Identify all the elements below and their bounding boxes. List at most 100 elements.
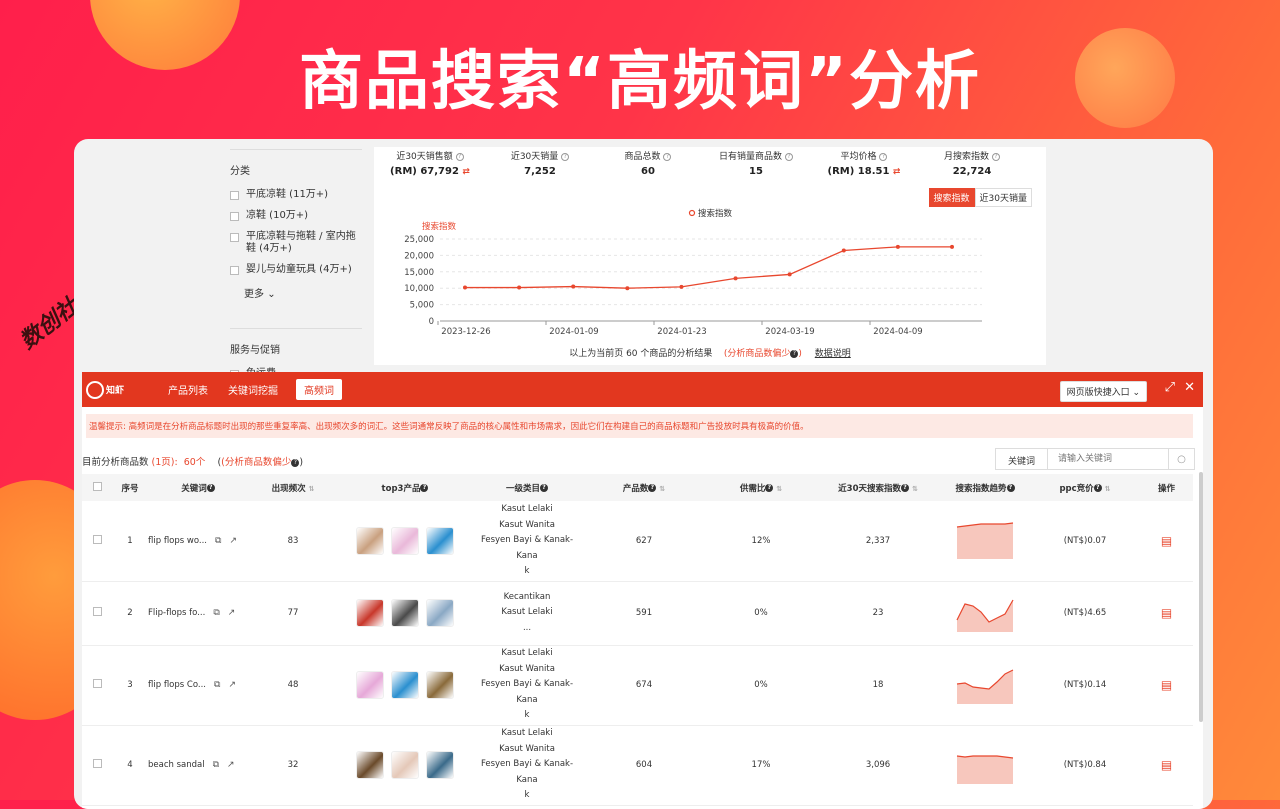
product-thumbnail[interactable] (391, 527, 419, 555)
help-icon: ? (561, 153, 569, 161)
external-link-icon[interactable]: ↗ (227, 760, 235, 770)
keyword-text[interactable]: Flip-flops fo... (148, 608, 205, 618)
row-checkbox[interactable] (93, 679, 102, 688)
search-index-chart: 搜索指数搜索指数25,00020,00015,00010,0005,000020… (374, 203, 1046, 343)
product-thumbnail[interactable] (391, 751, 419, 779)
checkbox[interactable] (230, 212, 239, 221)
checkbox[interactable] (230, 233, 239, 242)
close-icon[interactable]: ✕ (1184, 381, 1195, 394)
detail-icon[interactable]: ▤ (1161, 606, 1172, 620)
product-thumbnail[interactable] (391, 671, 419, 699)
copy-icon[interactable]: ⧉ (213, 608, 219, 618)
category-line: Kasut Lelaki (472, 726, 582, 742)
data-help-link[interactable]: 数据说明 (815, 349, 851, 359)
ppc-cell: (NT$)0.14 (1030, 645, 1140, 725)
product-thumbnail[interactable] (391, 599, 419, 627)
trend-sparkline (955, 592, 1015, 632)
help-icon: ? (291, 459, 299, 467)
search-icon[interactable]: ○ (1168, 449, 1194, 469)
few-products-link[interactable]: (分析商品数偏少?) (715, 349, 802, 359)
product-thumbnail[interactable] (426, 527, 454, 555)
scrollbar[interactable] (1199, 472, 1203, 722)
product-thumbnail[interactable] (426, 599, 454, 627)
sparkline-area (957, 523, 1013, 559)
more-link[interactable]: 更多 ⌄ (244, 285, 362, 300)
copy-icon[interactable]: ⧉ (214, 680, 220, 690)
quick-entry-dropdown[interactable]: 网页版快捷入口 ⌄ (1060, 381, 1147, 402)
few-products-link[interactable]: (分析商品数偏少 (221, 457, 291, 468)
analysis-count: 目前分析商品数 (1页): 60个 ((分析商品数偏少?) (82, 454, 303, 468)
help-icon: ? (901, 484, 909, 492)
category-line: ... (472, 621, 582, 637)
chevron-down-icon: ⌄ (1132, 388, 1140, 398)
category-filter[interactable]: 平底凉鞋 (11万+) (230, 189, 362, 201)
category-line: Kasut Wanita (472, 662, 582, 678)
sort-icon: ⇅ (659, 485, 665, 493)
product-thumbnail[interactable] (426, 751, 454, 779)
product-thumbnail[interactable] (356, 671, 384, 699)
external-link-icon[interactable]: ↗ (228, 608, 236, 618)
data-point (571, 285, 575, 289)
data-point (625, 286, 629, 290)
help-icon: ? (992, 153, 1000, 161)
category-line: Kasut Wanita (472, 742, 582, 758)
keyword-text[interactable]: beach sandal (148, 760, 205, 770)
product-thumbnail[interactable] (356, 751, 384, 779)
copy-icon[interactable]: ⧉ (215, 536, 221, 546)
external-link-icon[interactable]: ↗ (229, 536, 237, 546)
category-line: Kasut Lelaki (472, 646, 582, 662)
y-tick-label: 5,000 (410, 301, 434, 311)
col-products[interactable]: 产品数? ⇅ (582, 474, 706, 501)
y-tick-label: 20,000 (404, 251, 434, 261)
checkbox[interactable] (230, 266, 239, 275)
category-filter[interactable]: 凉鞋 (10万+) (230, 210, 362, 222)
row-checkbox[interactable] (93, 535, 102, 544)
top3-cell (338, 725, 472, 805)
category-cell: Kasut LelakiKasut WanitaFesyen Bayi & Ka… (472, 501, 582, 581)
expand-icon[interactable]: ⤢ (1165, 381, 1175, 394)
category-line: k (472, 708, 582, 724)
help-icon: ? (765, 484, 773, 492)
tab-product-list[interactable]: 产品列表 (160, 379, 216, 400)
detail-icon[interactable]: ▤ (1161, 678, 1172, 692)
stat-avg-price: 平均价格 ?(RM) 18.51 ⇄ (810, 149, 918, 177)
tab-keyword-mining[interactable]: 关键词挖掘 (220, 379, 286, 400)
help-icon: ? (1094, 484, 1102, 492)
action-cell: ▤ (1140, 725, 1193, 805)
detail-icon[interactable]: ▤ (1161, 534, 1172, 548)
swap-icon: ⇄ (462, 167, 470, 177)
stats-panel: 近30天销售额 ?(RM) 67,792 ⇄ 近30天销量 ?7,252 商品总… (374, 147, 1046, 365)
keyword-input[interactable] (1048, 449, 1168, 469)
row-checkbox[interactable] (93, 607, 102, 616)
select-all-checkbox[interactable] (93, 482, 102, 491)
copy-icon[interactable]: ⧉ (213, 760, 219, 770)
category-line: Kecantikan (472, 590, 582, 606)
x-tick-label: 2024-01-09 (549, 327, 598, 337)
category-filter[interactable]: 婴儿与幼童玩具 (4万+) (230, 264, 362, 276)
col-frequency[interactable]: 出现频次 ⇅ (248, 474, 338, 501)
tab-high-frequency[interactable]: 高频词 (296, 379, 342, 400)
category-filter[interactable]: 平底凉鞋与拖鞋 / 室内拖鞋 (4万+) (230, 231, 362, 255)
row-checkbox[interactable] (93, 759, 102, 768)
data-point (517, 286, 521, 290)
external-link-icon[interactable]: ↗ (228, 680, 236, 690)
col-search-index[interactable]: 近30天搜索指数? ⇅ (816, 474, 940, 501)
product-thumbnail[interactable] (356, 527, 384, 555)
col-ratio[interactable]: 供需比? ⇅ (706, 474, 816, 501)
ratio-cell: 12% (706, 501, 816, 581)
stat-search-index: 月搜索指数 ?22,724 (918, 149, 1026, 177)
products-cell: 604 (582, 725, 706, 805)
detail-icon[interactable]: ▤ (1161, 758, 1172, 772)
product-thumbnail[interactable] (426, 671, 454, 699)
keyword-select[interactable]: 关键词 (996, 449, 1048, 469)
col-ppc[interactable]: ppc竞价? ⇅ (1030, 474, 1140, 501)
help-icon: ? (648, 484, 656, 492)
checkbox[interactable] (230, 191, 239, 200)
keyword-cell: Flip-flops fo... ⧉ ↗ (148, 581, 248, 645)
trend-cell (940, 501, 1030, 581)
keyword-text[interactable]: flip flops Co... (148, 680, 206, 690)
product-thumbnail[interactable] (356, 599, 384, 627)
chevron-down-icon: ⌄ (267, 289, 275, 300)
keyword-text[interactable]: flip flops wo... (148, 536, 207, 546)
screenshot-window: 分类 平底凉鞋 (11万+) 凉鞋 (10万+) 平底凉鞋与拖鞋 / 室内拖鞋 … (74, 139, 1213, 809)
